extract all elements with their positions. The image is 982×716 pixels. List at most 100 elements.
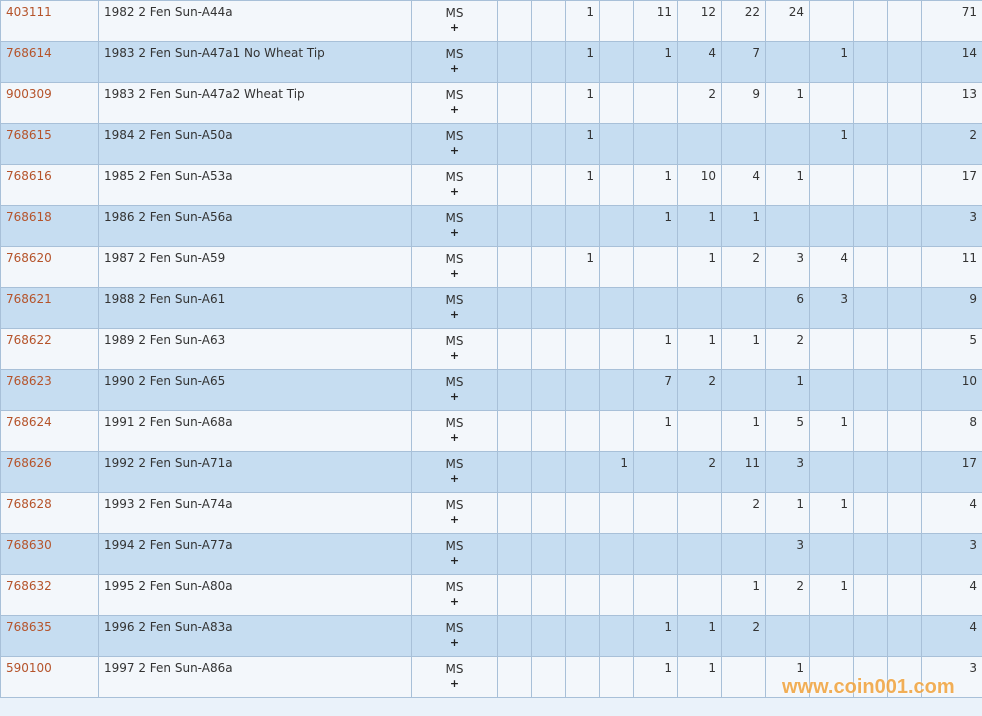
plus-grade-marker: + [449, 554, 460, 567]
grade-count-cell [809, 164, 854, 206]
grade-count-cell [531, 574, 566, 616]
grade-count-cell: 11 [721, 451, 766, 493]
cert-id-link[interactable]: 768621 [6, 292, 52, 306]
grade-count-cell: 24 [765, 0, 810, 42]
grade-count-cell [599, 123, 634, 165]
table-row: 768624 1991 2 Fen Sun-A68a MS +1 1 5 1 8 [0, 410, 982, 452]
cert-id-link[interactable]: 768635 [6, 620, 52, 634]
coin-name-cell: 1991 2 Fen Sun-A68a [98, 410, 412, 452]
grade-label: MS [445, 621, 464, 635]
cert-id-link[interactable]: 768630 [6, 538, 52, 552]
grade-count-cell [497, 164, 532, 206]
grade-count-cell [599, 369, 634, 411]
total-count-cell: 4 [921, 492, 982, 534]
plus-grade-marker: + [449, 185, 460, 198]
grade-label: MS [445, 252, 464, 266]
grade-count-cell: 1 [721, 205, 766, 247]
cert-id-cell: 768620 [0, 246, 99, 288]
table-row: 900309 1983 2 Fen Sun-A47a2 Wheat Tip MS +1… [0, 82, 982, 124]
population-table: 403111 1982 2 Fen Sun-A44a MS +1 11 12 22 24 71 7… [0, 0, 982, 698]
grade-count-cell [531, 533, 566, 575]
grade-cell: MS + [411, 615, 498, 657]
grade-count-cell [497, 369, 532, 411]
grade-count-cell: 1 [565, 123, 600, 165]
coin-name-cell: 1989 2 Fen Sun-A63 [98, 328, 412, 370]
grade-label: MS [445, 539, 464, 553]
grade-count-cell: 3 [765, 246, 810, 288]
grade-count-cell: 4 [809, 246, 854, 288]
grade-count-cell [531, 615, 566, 657]
cert-id-link[interactable]: 768632 [6, 579, 52, 593]
grade-count-cell [599, 246, 634, 288]
grade-count-cell [887, 246, 922, 288]
grade-count-cell [497, 328, 532, 370]
grade-count-cell: 4 [677, 41, 722, 83]
cert-id-link[interactable]: 768628 [6, 497, 52, 511]
grade-count-cell [633, 451, 678, 493]
cert-id-link[interactable]: 768626 [6, 456, 52, 470]
grade-count-cell [565, 656, 600, 698]
grade-count-cell: 1 [633, 410, 678, 452]
grade-count-cell [531, 164, 566, 206]
coin-name-cell: 1983 2 Fen Sun-A47a2 Wheat Tip [98, 82, 412, 124]
cert-id-link[interactable]: 768614 [6, 46, 52, 60]
cert-id-link[interactable]: 403111 [6, 5, 52, 19]
grade-count-cell [531, 492, 566, 534]
grade-count-cell: 9 [721, 82, 766, 124]
cert-id-link[interactable]: 900309 [6, 87, 52, 101]
plus-grade-marker: + [449, 308, 460, 321]
grade-count-cell [677, 533, 722, 575]
grade-cell: MS + [411, 451, 498, 493]
total-count-cell: 11 [921, 246, 982, 288]
cert-id-link[interactable]: 768615 [6, 128, 52, 142]
grade-label: MS [445, 47, 464, 61]
grade-count-cell: 1 [809, 123, 854, 165]
grade-count-cell [599, 287, 634, 329]
cert-id-link[interactable]: 768622 [6, 333, 52, 347]
grade-count-cell [853, 492, 888, 534]
cert-id-link[interactable]: 768624 [6, 415, 52, 429]
grade-count-cell [531, 123, 566, 165]
grade-count-cell [887, 123, 922, 165]
total-count-cell: 14 [921, 41, 982, 83]
coin-name-cell: 1982 2 Fen Sun-A44a [98, 0, 412, 42]
cert-id-link[interactable]: 768616 [6, 169, 52, 183]
grade-count-cell [677, 410, 722, 452]
grade-count-cell: 1 [677, 615, 722, 657]
table-row: 768616 1985 2 Fen Sun-A53a MS +1 1 10 4 1 17 [0, 164, 982, 206]
grade-count-cell: 4 [721, 164, 766, 206]
grade-count-cell: 1 [809, 41, 854, 83]
cert-id-link[interactable]: 768620 [6, 251, 52, 265]
grade-count-cell: 3 [765, 533, 810, 575]
cert-id-cell: 768628 [0, 492, 99, 534]
grade-count-cell [599, 205, 634, 247]
total-count-cell: 4 [921, 574, 982, 616]
grade-count-cell: 1 [565, 41, 600, 83]
cert-id-link[interactable]: 768618 [6, 210, 52, 224]
grade-count-cell: 1 [765, 82, 810, 124]
grade-cell: MS + [411, 369, 498, 411]
grade-count-cell [599, 492, 634, 534]
grade-count-cell [531, 656, 566, 698]
coin-name-cell: 1987 2 Fen Sun-A59 [98, 246, 412, 288]
grade-count-cell [809, 533, 854, 575]
grade-count-cell [887, 451, 922, 493]
cert-id-link[interactable]: 768623 [6, 374, 52, 388]
grade-count-cell [765, 205, 810, 247]
grade-count-cell: 1 [565, 164, 600, 206]
table-row: 768635 1996 2 Fen Sun-A83a MS +1 1 2 4 [0, 615, 982, 657]
plus-grade-marker: + [449, 431, 460, 444]
cert-id-link[interactable]: 590100 [6, 661, 52, 675]
total-count-cell: 2 [921, 123, 982, 165]
grade-count-cell: 1 [633, 328, 678, 370]
grade-count-cell: 1 [599, 451, 634, 493]
grade-count-cell: 1 [765, 492, 810, 534]
grade-count-cell [565, 492, 600, 534]
table-row: 768628 1993 2 Fen Sun-A74a MS +2 1 1 4 [0, 492, 982, 534]
grade-count-cell [633, 82, 678, 124]
grade-count-cell [599, 615, 634, 657]
grade-label: MS [445, 457, 464, 471]
grade-count-cell [599, 533, 634, 575]
grade-count-cell [887, 615, 922, 657]
table-row: 768621 1988 2 Fen Sun-A61 MS +6 3 9 [0, 287, 982, 329]
